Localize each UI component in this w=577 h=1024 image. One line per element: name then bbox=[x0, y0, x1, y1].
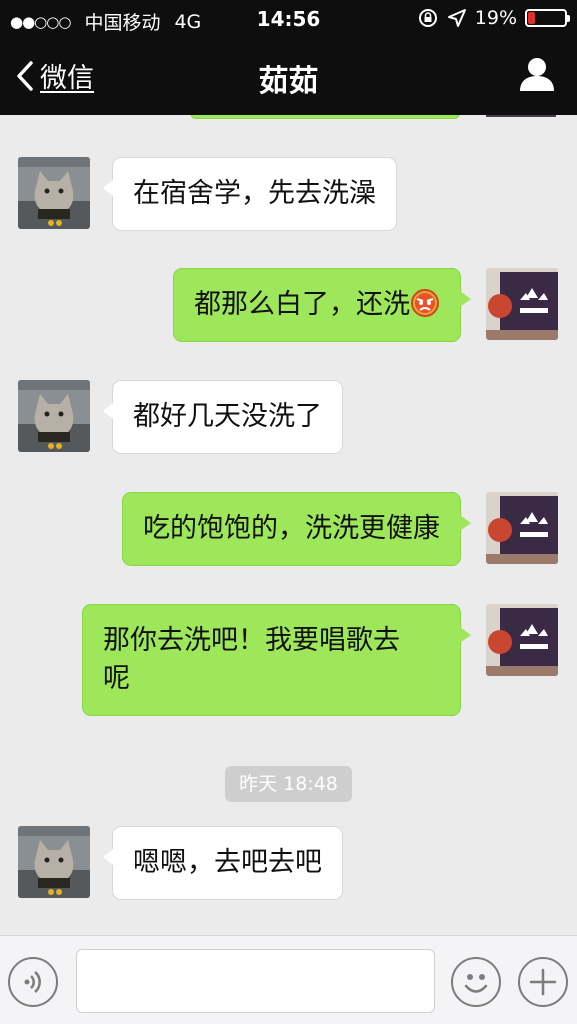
emoji-button[interactable] bbox=[451, 957, 501, 1007]
message-bubble[interactable]: 都那么白了，还洗 bbox=[173, 268, 471, 342]
chat-title: 茹茹 bbox=[258, 64, 319, 99]
timestamp-label: 昨天 18:48 bbox=[225, 766, 352, 802]
friend-avatar[interactable] bbox=[18, 380, 90, 452]
my-avatar[interactable] bbox=[486, 268, 558, 340]
message-bubble[interactable]: 在宿舍学，先去洗澡 bbox=[103, 157, 397, 231]
status-bar: ●●○○○ 中国移动 4G 14:56 19% bbox=[0, 0, 577, 38]
message-input[interactable] bbox=[76, 949, 435, 1013]
my-avatar[interactable] bbox=[486, 492, 558, 564]
profile-icon[interactable] bbox=[519, 56, 555, 92]
battery-icon bbox=[525, 9, 570, 27]
message-text: 都好几天没洗了 bbox=[133, 401, 322, 432]
my-avatar[interactable] bbox=[486, 604, 558, 676]
voice-input-button[interactable] bbox=[8, 957, 58, 1007]
friend-avatar[interactable] bbox=[18, 826, 90, 898]
message-bubble[interactable]: 嗯嗯，去吧去吧 bbox=[103, 826, 343, 900]
previous-avatar bbox=[486, 115, 556, 117]
angry-face-icon bbox=[411, 289, 439, 317]
message-bubble[interactable]: 那你去洗吧！我要唱歌去 呢 bbox=[82, 604, 471, 716]
message-text-line: 那你去洗吧！我要唱歌去 bbox=[103, 625, 400, 656]
friend-avatar[interactable] bbox=[18, 157, 90, 229]
previous-message-bubble bbox=[190, 115, 460, 119]
location-arrow-icon bbox=[447, 9, 466, 27]
input-toolbar bbox=[0, 935, 577, 1024]
message-text: 吃的饱饱的，洗洗更健康 bbox=[143, 513, 440, 544]
battery-level bbox=[528, 12, 535, 24]
message-text: 都那么白了，还洗 bbox=[194, 289, 410, 320]
more-options-button[interactable] bbox=[518, 957, 568, 1007]
voice-icon bbox=[24, 971, 41, 993]
message-text: 嗯嗯，去吧去吧 bbox=[133, 847, 322, 878]
message-text-line: 呢 bbox=[103, 663, 130, 694]
message-bubble[interactable]: 吃的饱饱的，洗洗更健康 bbox=[122, 492, 471, 566]
message-text: 在宿舍学，先去洗澡 bbox=[133, 178, 376, 209]
rotation-lock-icon bbox=[418, 9, 437, 27]
chat-history[interactable]: 在宿舍学，先去洗澡 都那么白了，还洗 都好几天没洗了 吃的饱饱的，洗洗更健康 那… bbox=[0, 115, 577, 935]
plus-icon bbox=[529, 968, 557, 996]
battery-percent: 19% bbox=[474, 7, 517, 29]
message-bubble[interactable]: 都好几天没洗了 bbox=[103, 380, 343, 454]
navigation-bar: 微信 茹茹 bbox=[0, 38, 577, 115]
smiley-icon bbox=[464, 974, 488, 993]
